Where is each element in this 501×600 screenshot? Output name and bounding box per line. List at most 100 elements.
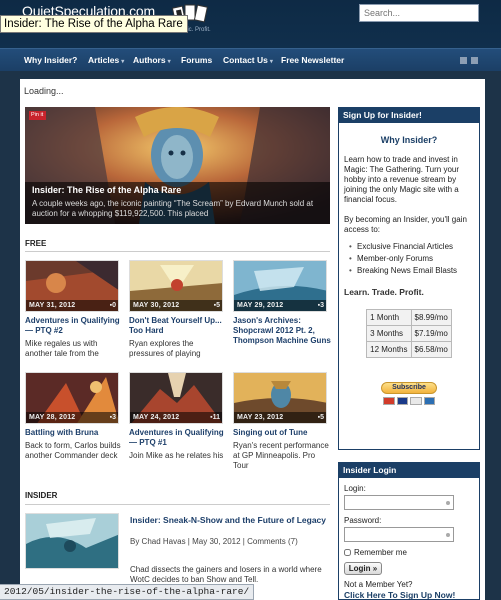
subscribe-button[interactable]: Subscribe — [381, 382, 437, 394]
nav-label: Forums — [181, 55, 213, 65]
free-section-label: FREE — [25, 239, 47, 248]
page-content: Loading... Pin it Insider: The Rise of t — [20, 79, 485, 600]
login-box-heading: Insider Login — [339, 463, 479, 478]
article-excerpt: Back to form, Carlos builds another Comm… — [25, 441, 121, 460]
remember-me[interactable]: Remember me — [344, 548, 474, 557]
main-nav: Why Insider? Articles ▾ Authors ▾ Forums C… — [0, 48, 501, 71]
signup-access-text: By becoming an Insider, you'll gain acce… — [344, 215, 467, 234]
article-card[interactable]: MAY 30, 2012 ▪5 Don't Beat Yourself Up...… — [129, 260, 227, 359]
thumbnail-overlay: MAY 30, 2012 ▪5 — [130, 300, 222, 311]
hero-excerpt: A couple weeks ago, the iconic painting … — [32, 199, 314, 218]
article-title-link[interactable]: Jason's Archives: Shopcrawl 2012 Pt. 2, … — [233, 316, 331, 346]
twitter-icon[interactable] — [471, 57, 478, 64]
benefit-item: Exclusive Financial Articles — [349, 241, 471, 253]
remember-me-checkbox[interactable] — [344, 549, 351, 557]
thumbnail-overlay: MAY 24, 2012 ▪11 — [130, 412, 222, 423]
nav-item-contact-us[interactable]: Contact Us ▾ — [223, 55, 273, 65]
signup-intro: Learn how to trade and invest in Magic: … — [344, 155, 460, 204]
password-input[interactable] — [344, 527, 454, 542]
article-excerpt: Mike regales us with another tale from t… — [25, 339, 99, 358]
login-input[interactable] — [344, 495, 454, 510]
article-thumbnail[interactable]: MAY 24, 2012 ▪11 — [129, 372, 223, 424]
pricing-term: 3 Months — [366, 325, 412, 342]
insider-article-image — [26, 514, 118, 568]
article-card[interactable]: MAY 24, 2012 ▪11 Adventures in Qualifying… — [129, 372, 227, 461]
article-title-link[interactable]: Don't Beat Yourself Up... Too Hard — [129, 316, 227, 336]
signup-slogan: Learn. Trade. Profit. — [344, 287, 424, 297]
article-excerpt: Ryan's recent performance at GP Minneapo… — [233, 441, 329, 470]
loading-text: Loading... — [24, 86, 64, 96]
comment-count: ▪3 — [317, 302, 324, 309]
nav-label: Why Insider? — [24, 55, 78, 65]
article-card[interactable]: MAY 28, 2012 ▪3 Battling with Bruna Back … — [25, 372, 123, 461]
password-field-label: Password: — [344, 516, 382, 525]
article-card[interactable]: MAY 23, 2012 ▪5 Singing out of Tune Ryan'… — [233, 372, 331, 471]
article-date: MAY 24, 2012 — [133, 414, 180, 421]
article-title-link[interactable]: Adventures in Qualifying — PTQ #2 — [25, 316, 123, 336]
thumbnail-overlay: MAY 29, 2012 ▪3 — [234, 300, 326, 311]
hero-caption: Insider: The Rise of the Alpha Rare A co… — [25, 182, 330, 224]
thumbnail-overlay: MAY 31, 2012 ▪0 — [26, 300, 118, 311]
pricing-table: 1 Month $8.99/mo 3 Months $7.19/mo 12 Mont… — [366, 309, 452, 358]
article-title-link[interactable]: Adventures in Qualifying — PTQ #1 — [129, 428, 227, 448]
pricing-price: $7.19/mo — [410, 325, 452, 342]
pricing-price: $6.58/mo — [410, 341, 452, 358]
nav-label: Authors — [133, 55, 166, 65]
nav-label: Contact Us — [223, 55, 268, 65]
pricing-term: 12 Months — [366, 341, 412, 358]
nav-label: Articles — [88, 55, 120, 65]
chevron-down-icon: ▾ — [167, 59, 171, 65]
insider-section-label: INSIDER — [25, 491, 58, 500]
comment-count: ▪5 — [213, 302, 220, 309]
featured-slider[interactable]: Pin it Insider: The Rise of the Alpha Ra… — [25, 107, 330, 224]
article-thumbnail[interactable]: MAY 23, 2012 ▪5 — [233, 372, 327, 424]
pricing-price: $8.99/mo — [410, 309, 452, 326]
why-insider-title: Why Insider? — [380, 135, 438, 145]
benefit-item: Breaking News Email Blasts — [349, 265, 471, 277]
article-card[interactable]: MAY 29, 2012 ▪3 Jason's Archives: Shopcra… — [233, 260, 331, 349]
nav-item-forums[interactable]: Forums — [181, 55, 214, 65]
pricing-row: 12 Months $6.58/mo — [366, 341, 452, 358]
article-title-link[interactable]: Battling with Bruna — [25, 428, 123, 438]
nav-label: Free Newsletter — [281, 55, 345, 65]
pin-it-button[interactable]: Pin it — [29, 111, 46, 120]
insider-article-meta: By Chad Havas | May 30, 2012 | Comments … — [130, 537, 298, 546]
signup-box-heading: Sign Up for Insider! — [339, 108, 479, 123]
login-box: Insider Login Login: Password: Remember … — [338, 462, 480, 600]
hero-title-link[interactable]: Insider: The Rise of the Alpha Rare — [32, 185, 181, 195]
pricing-term: 1 Month — [366, 309, 412, 326]
signup-now-link[interactable]: Click Here To Sign Up Now! — [344, 590, 474, 600]
facebook-icon[interactable] — [460, 57, 467, 64]
chevron-down-icon: ▾ — [269, 59, 273, 65]
article-card[interactable]: MAY 31, 2012 ▪0 Adventures in Qualifying … — [25, 260, 123, 359]
payment-cards-icon — [383, 397, 435, 405]
article-title-link[interactable]: Singing out of Tune — [233, 428, 331, 438]
article-date: MAY 23, 2012 — [237, 414, 284, 421]
article-thumbnail[interactable]: MAY 31, 2012 ▪0 — [25, 260, 119, 312]
search-input[interactable] — [359, 4, 479, 22]
nav-item-why-insider[interactable]: Why Insider? — [24, 55, 79, 65]
article-thumbnail[interactable]: MAY 28, 2012 ▪3 — [25, 372, 119, 424]
login-button[interactable]: Login » — [344, 562, 382, 575]
insider-article-title-link[interactable]: Insider: Sneak-N-Show and the Future of … — [130, 515, 330, 526]
nav-item-authors[interactable]: Authors ▾ — [133, 55, 171, 65]
free-section-divider — [25, 251, 330, 252]
comment-count: ▪0 — [109, 302, 116, 309]
insider-article-excerpt: Chad dissects the gainers and losers in … — [130, 565, 322, 584]
link-tooltip: Insider: The Rise of the Alpha Rare — [0, 15, 188, 33]
article-date: MAY 29, 2012 — [237, 302, 284, 309]
benefit-item: Member-only Forums — [349, 253, 471, 265]
pricing-row: 3 Months $7.19/mo — [366, 325, 452, 342]
remember-me-label: Remember me — [354, 548, 407, 557]
article-date: MAY 30, 2012 — [133, 302, 180, 309]
insider-article-thumbnail[interactable] — [25, 513, 119, 569]
article-thumbnail[interactable]: MAY 30, 2012 ▪5 — [129, 260, 223, 312]
autofill-icon — [446, 533, 450, 537]
article-thumbnail[interactable]: MAY 29, 2012 ▪3 — [233, 260, 327, 312]
nav-item-free-newsletter[interactable]: Free Newsletter — [281, 55, 346, 65]
not-member-text: Not a Member Yet? — [344, 580, 413, 589]
pricing-row: 1 Month $8.99/mo — [366, 309, 452, 326]
comment-count: ▪11 — [210, 414, 220, 421]
nav-item-articles[interactable]: Articles ▾ — [88, 55, 124, 65]
logo-tagline: dic. Profit. — [184, 27, 211, 33]
